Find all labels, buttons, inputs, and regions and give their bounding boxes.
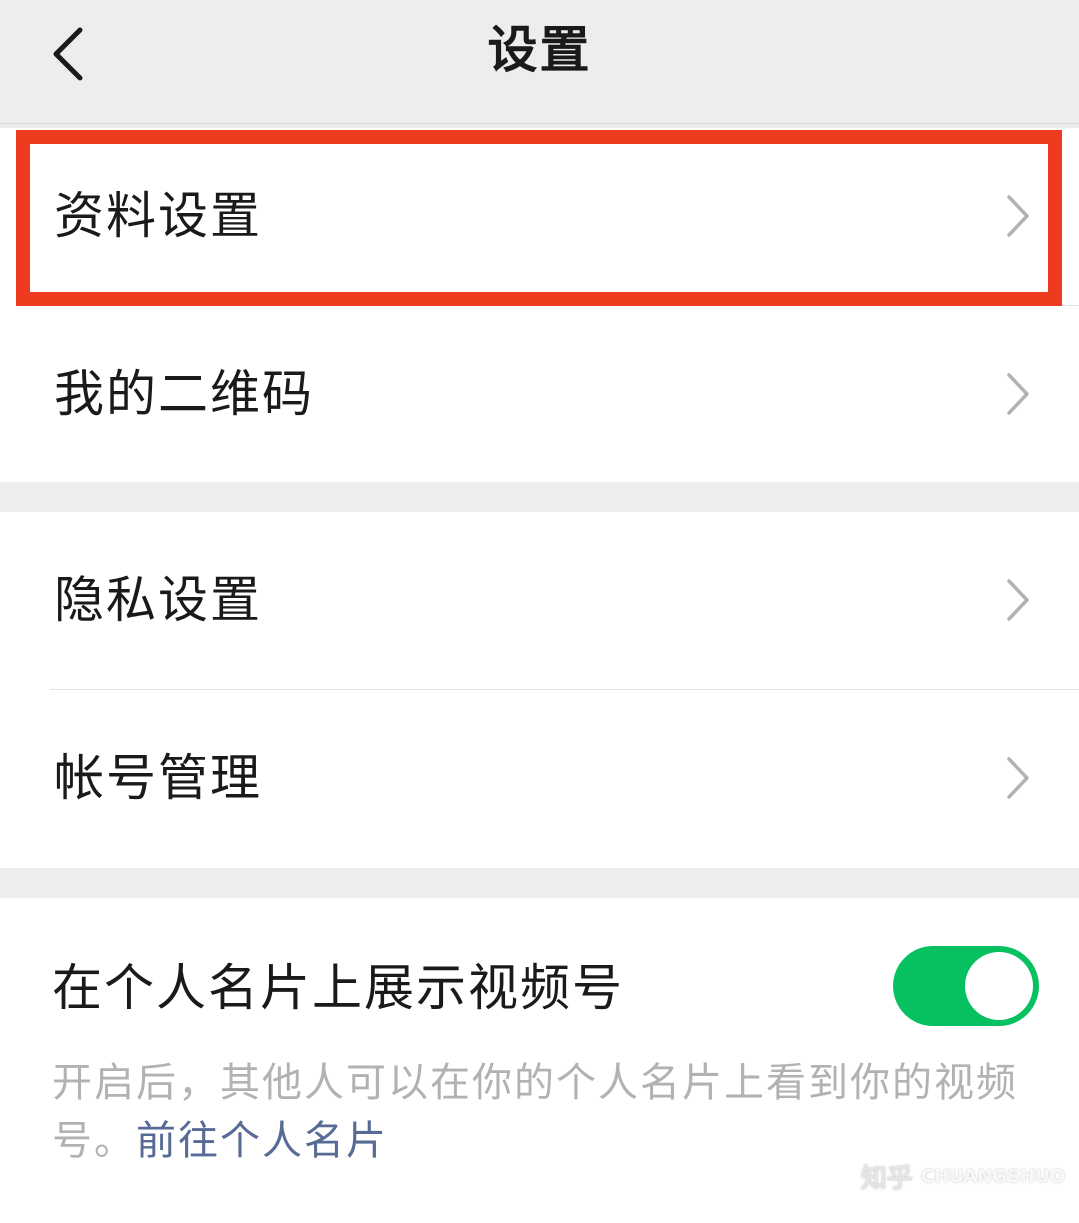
watermark-logo: 知乎 CHUANGSHUO [815, 1141, 1065, 1211]
page-title: 设置 [487, 21, 592, 79]
nav-bar: 设置 [0, 0, 1079, 124]
watermark-latin: CHUANGSHUO [920, 1165, 1065, 1187]
row-my-qr-code[interactable]: 我的二维码 [0, 306, 1079, 482]
go-to-profile-card-link[interactable]: 前往个人名片 [136, 1118, 388, 1164]
row-privacy-settings[interactable]: 隐私设置 [0, 512, 1079, 688]
settings-screen: 设置 资料设置 我的二维码 隐私设置 帐号管理 在个人名片上展示视频号 开启后，… [0, 0, 1079, 1223]
row-account-management[interactable]: 帐号管理 [0, 690, 1079, 866]
show-channels-toggle[interactable] [893, 946, 1039, 1026]
chevron-right-icon [1007, 195, 1029, 237]
row-profile-settings[interactable]: 资料设置 [0, 128, 1079, 304]
row-label: 隐私设置 [54, 571, 262, 629]
row-label: 我的二维码 [54, 365, 314, 423]
show-channels-label: 在个人名片上展示视频号 [52, 959, 624, 1017]
chevron-right-icon [1007, 373, 1029, 415]
watermark-text: 知乎 [860, 1163, 913, 1194]
row-label: 资料设置 [54, 187, 262, 245]
settings-group-account: 隐私设置 帐号管理 [0, 512, 1079, 868]
chevron-right-icon [1007, 757, 1029, 799]
row-label: 帐号管理 [54, 749, 262, 807]
chevron-right-icon [1007, 579, 1029, 621]
toggle-knob [965, 952, 1033, 1020]
settings-group-profile: 资料设置 我的二维码 [0, 128, 1079, 482]
